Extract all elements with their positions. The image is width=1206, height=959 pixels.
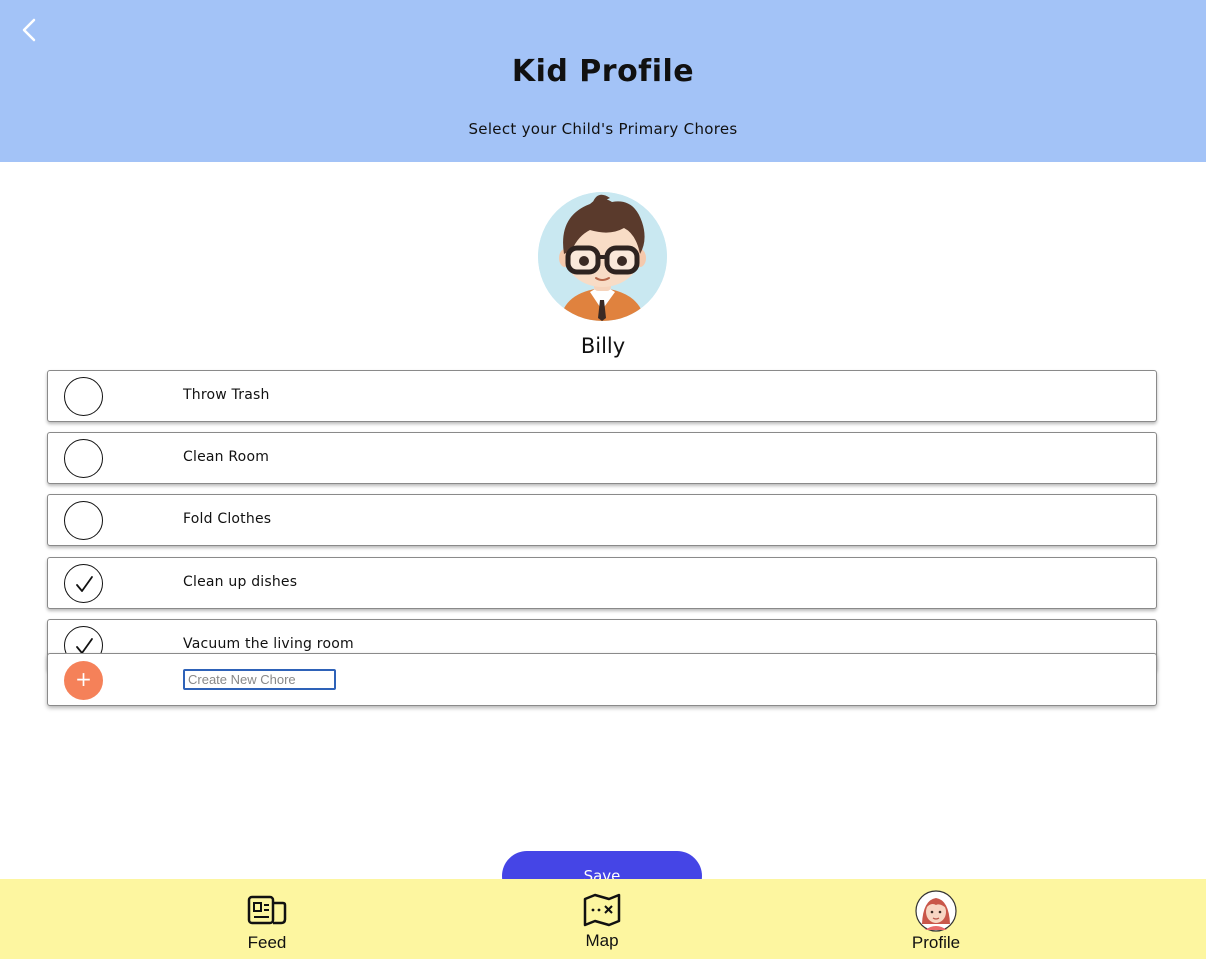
chore-checkbox[interactable] xyxy=(64,377,103,416)
chore-row-throw-trash[interactable]: Throw Trash xyxy=(47,370,1157,422)
kid-name: Billy xyxy=(580,334,626,358)
page-subtitle: Select your Child's Primary Chores xyxy=(468,120,738,138)
chevron-left-icon xyxy=(22,18,36,42)
chore-row-fold-clothes[interactable]: Fold Clothes xyxy=(47,494,1157,546)
new-chore-row: + xyxy=(47,653,1157,706)
newspaper-icon xyxy=(247,895,287,925)
chore-label: Clean Room xyxy=(183,449,270,465)
chore-checkbox[interactable] xyxy=(64,501,103,540)
nav-item-feed[interactable]: Feed xyxy=(227,879,307,959)
chore-checkbox[interactable] xyxy=(64,439,103,478)
boy-with-glasses-avatar xyxy=(538,192,667,321)
kid-avatar xyxy=(538,192,667,321)
chore-label: Fold Clothes xyxy=(183,511,272,527)
add-chore-button[interactable]: + xyxy=(64,661,103,700)
page-title: Kid Profile xyxy=(511,54,695,89)
nav-label-map: Map xyxy=(585,931,619,950)
back-button[interactable] xyxy=(14,14,46,46)
chore-label: Clean up dishes xyxy=(183,574,298,590)
new-chore-input[interactable] xyxy=(183,669,336,690)
chore-row-clean-room[interactable]: Clean Room xyxy=(47,432,1157,484)
header-bar: Kid Profile Select your Child's Primary … xyxy=(0,0,1206,162)
bottom-nav: Feed Map Profile xyxy=(0,879,1206,959)
chore-checkbox-checked[interactable] xyxy=(64,564,103,603)
treasure-map-icon xyxy=(583,893,621,927)
nav-item-profile[interactable]: Profile xyxy=(896,879,976,959)
profile-avatar-icon xyxy=(915,890,957,932)
nav-label-profile: Profile xyxy=(911,933,961,952)
checkmark-icon xyxy=(76,576,93,592)
nav-item-map[interactable]: Map xyxy=(562,879,642,959)
chore-label: Vacuum the living room xyxy=(183,636,354,652)
chore-row-clean-up-dishes[interactable]: Clean up dishes xyxy=(47,557,1157,609)
nav-label-feed: Feed xyxy=(247,933,287,952)
chore-label: Throw Trash xyxy=(183,387,270,403)
